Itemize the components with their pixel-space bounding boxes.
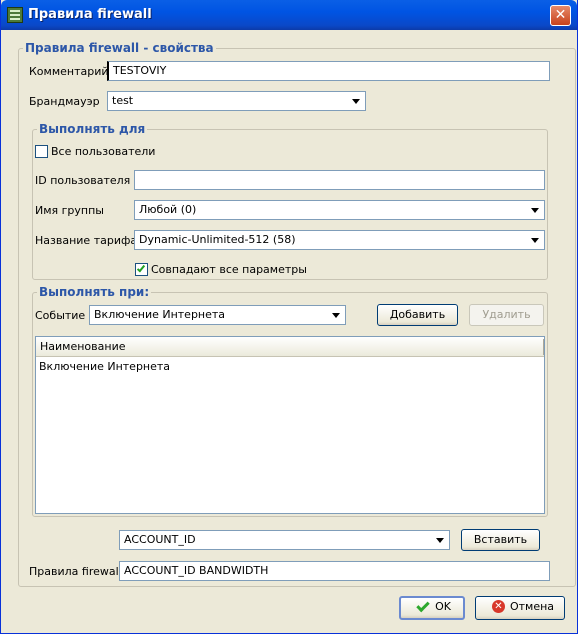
all-users-label: Все пользователи [51,145,156,158]
chevron-down-icon [531,238,539,243]
rules-field[interactable]: ACCOUNT_ID BANDWIDTH [119,561,550,581]
event-select-value: Включение Интернета [94,308,226,321]
add-event-button[interactable]: Добавить [377,304,458,326]
firewall-app-icon [7,7,23,23]
all-users-checkbox[interactable] [35,145,48,158]
column-divider [543,339,544,355]
cancel-icon: ✕ [492,600,505,613]
title-bar[interactable]: Правила firewall ✕ [1,0,577,30]
firewall-select-value: test [112,94,134,107]
table-header-label: Наименование [40,340,126,353]
checkmark-icon [416,598,430,613]
tariff-select[interactable]: Dynamic-Unlimited-512 (58) [134,230,545,250]
event-label: Событие [35,309,86,322]
table-header-name[interactable]: Наименование [36,337,544,357]
user-id-label: ID пользователя [35,174,131,187]
comment-label: Комментарий [29,65,109,78]
delete-event-button[interactable]: Удалить [469,304,544,326]
rules-label: Правила firewall [29,565,122,578]
event-select[interactable]: Включение Интернета [89,305,346,325]
checkmark-icon [136,263,146,273]
cancel-button-label: Отмена [509,600,555,613]
user-id-field[interactable] [134,170,545,190]
events-table: Наименование Включение Интернета [35,336,545,514]
insert-button[interactable]: Вставить [461,529,540,551]
group-label: Имя группы [35,204,104,217]
firewall-rules-dialog: Правила firewall ✕ Правила firewall - св… [0,0,578,634]
chevron-down-icon [352,99,360,104]
cancel-button[interactable]: ✕ Отмена [475,596,565,620]
chevron-down-icon [332,313,340,318]
firewall-label: Брандмауэр [29,95,100,108]
variable-select[interactable]: ACCOUNT_ID [119,530,450,550]
ok-button[interactable]: OK [399,596,465,620]
firewall-select[interactable]: test [107,91,366,111]
tariff-label: Название тарифа [35,234,138,247]
ok-button-label: OK [435,600,451,613]
chevron-down-icon [531,208,539,213]
execute-when-legend: Выполнять при: [39,285,150,299]
window-title: Правила firewall [28,7,152,22]
comment-field[interactable]: TESTOVIY [107,61,550,81]
execute-for-legend: Выполнять для [39,122,146,136]
tariff-select-value: Dynamic-Unlimited-512 (58) [139,233,296,246]
group-select-value: Любой (0) [139,203,197,216]
variable-select-value: ACCOUNT_ID [124,533,196,546]
close-icon[interactable]: ✕ [550,5,571,26]
chevron-down-icon [436,538,444,543]
match-all-checkbox[interactable] [135,263,148,276]
properties-group-legend: Правила firewall - свойства [25,41,214,55]
table-cell: Включение Интернета [39,360,171,373]
group-select[interactable]: Любой (0) [134,200,545,220]
table-row[interactable]: Включение Интернета [36,358,544,376]
match-all-label: Совпадают все параметры [151,263,307,276]
